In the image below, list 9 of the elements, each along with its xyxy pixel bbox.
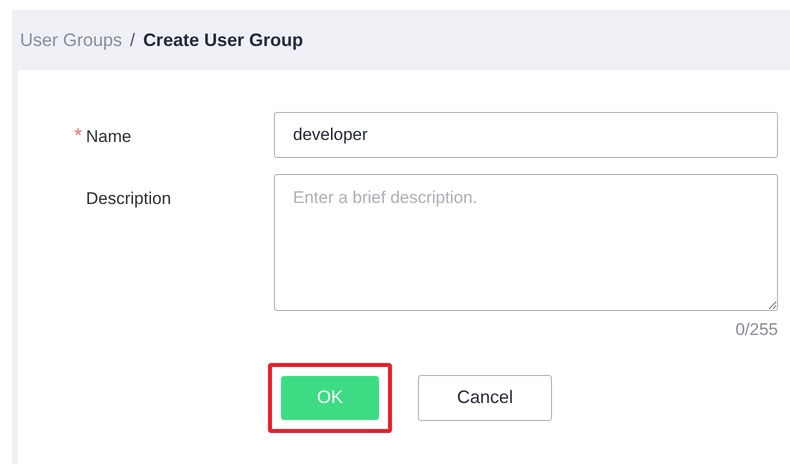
page-title: Create User Group — [143, 28, 304, 52]
field-label: Description — [86, 188, 172, 210]
description-field[interactable]: Enter a brief description. — [274, 174, 778, 311]
name-field[interactable]: developer — [274, 112, 778, 158]
required-asterisk: * — [73, 124, 82, 149]
character-counter: 0/255 — [735, 319, 778, 341]
breadcrumb-separator: / — [130, 28, 136, 52]
field-label: Name — [86, 126, 132, 148]
cancel-button[interactable]: Cancel — [418, 374, 552, 420]
